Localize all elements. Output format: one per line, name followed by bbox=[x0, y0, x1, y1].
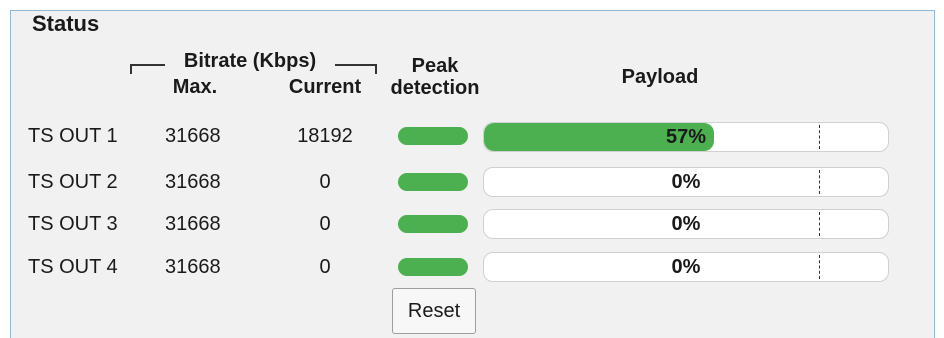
row-label: TS OUT 2 bbox=[28, 171, 118, 193]
row-label: TS OUT 3 bbox=[28, 213, 118, 235]
peak-indicator bbox=[398, 258, 468, 276]
peak-indicator bbox=[398, 127, 468, 145]
max-header: Max. bbox=[172, 76, 218, 98]
max-bitrate: 31668 bbox=[165, 171, 221, 193]
row-label: TS OUT 4 bbox=[28, 256, 118, 278]
max-bitrate: 31668 bbox=[165, 213, 221, 235]
peak-header-line1: Peak bbox=[411, 55, 459, 77]
peak-indicator bbox=[398, 215, 468, 233]
payload-bar: 0% bbox=[483, 209, 889, 239]
current-bitrate: 0 bbox=[319, 213, 331, 235]
bitrate-header: Bitrate (Kbps) bbox=[165, 50, 335, 73]
payload-percent: 57% bbox=[665, 126, 707, 148]
payload-percent: 0% bbox=[671, 213, 701, 235]
current-bitrate: 0 bbox=[319, 256, 331, 278]
peak-indicator bbox=[398, 173, 468, 191]
current-bitrate: 18192 bbox=[297, 125, 353, 147]
max-bitrate: 31668 bbox=[165, 125, 221, 147]
current-header: Current bbox=[288, 76, 362, 98]
max-bitrate: 31668 bbox=[165, 256, 221, 278]
payload-percent: 0% bbox=[671, 171, 701, 193]
current-bitrate: 0 bbox=[319, 171, 331, 193]
payload-percent: 0% bbox=[671, 256, 701, 278]
payload-header: Payload bbox=[621, 66, 699, 88]
payload-bar: 0% bbox=[483, 252, 889, 282]
reset-button[interactable]: Reset bbox=[392, 288, 476, 334]
peak-header-line2: detection bbox=[390, 77, 480, 99]
row-label: TS OUT 1 bbox=[28, 125, 118, 147]
payload-bar: 0% bbox=[483, 167, 889, 197]
section-title: Status bbox=[32, 11, 100, 36]
payload-bar: 57% bbox=[483, 122, 889, 152]
